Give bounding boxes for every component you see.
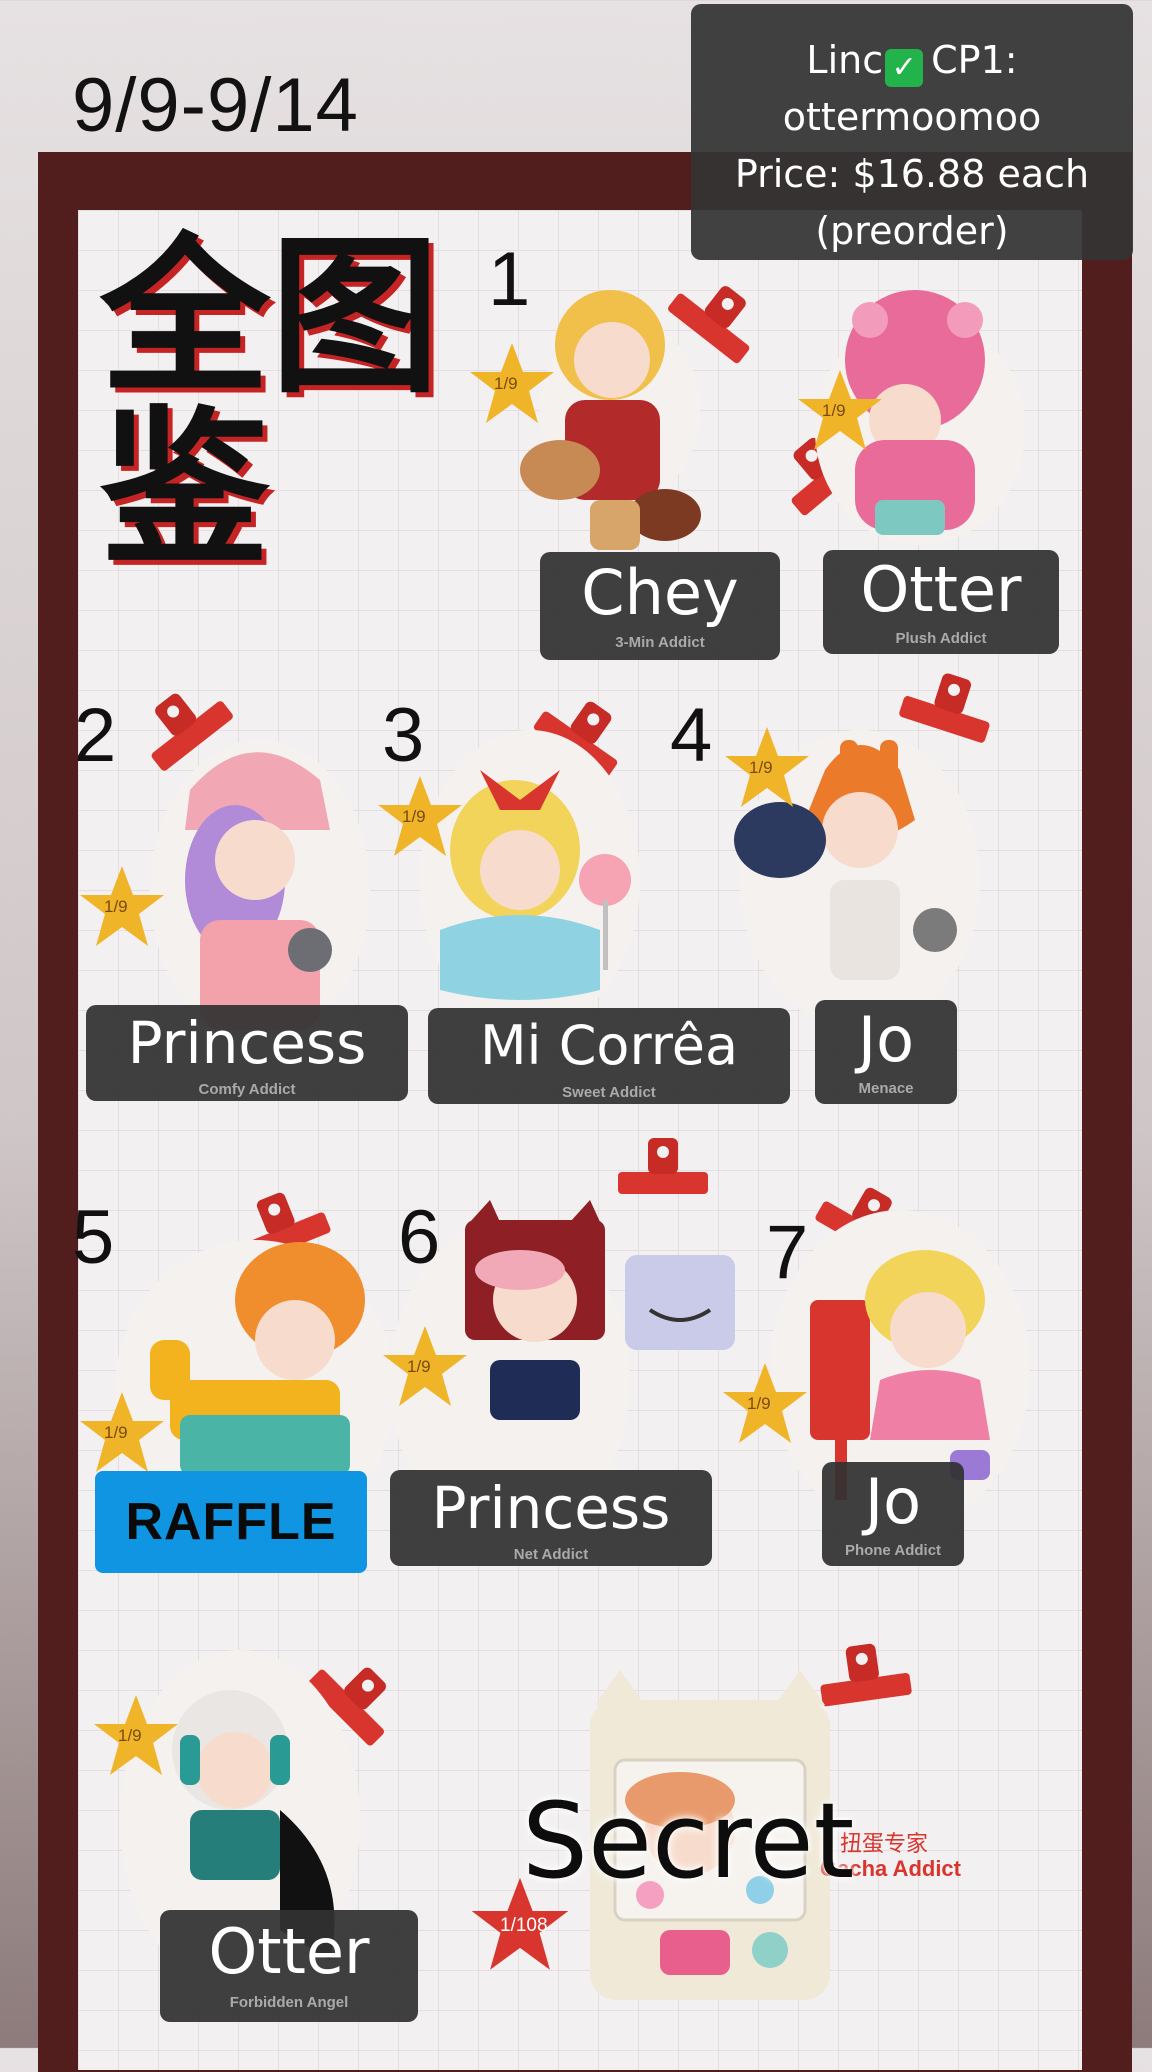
figure-4-jo — [734, 662, 1002, 1030]
figure-2-princess — [129, 672, 370, 1040]
odds-5: 1/9 — [104, 1423, 128, 1442]
label-chey-text: Chey — [581, 556, 739, 629]
label-chey: Chey 3-Min Addict — [540, 552, 780, 660]
raffle-badge: RAFFLE — [95, 1471, 367, 1573]
figure-3-mi-correa — [420, 682, 640, 1030]
item-number-1: 1 — [488, 237, 531, 322]
label-princess-6: Princess Net Addict — [390, 1470, 712, 1566]
label-jo-7: Jo Phone Addict — [822, 1462, 964, 1566]
odds-6: 1/9 — [407, 1357, 431, 1376]
item-number-3: 3 — [382, 693, 425, 778]
caption-jo-7: Phone Addict — [844, 1542, 942, 1559]
odds-2: 1/9 — [104, 897, 128, 916]
odds-3: 1/9 — [402, 807, 426, 826]
label-mi-correa: Mi Corrêa Sweet Addict — [428, 1008, 790, 1104]
label-princess-6-text: Princess — [431, 1474, 671, 1542]
label-otter: Otter Plush Addict — [823, 550, 1059, 654]
caption-princess-2: Comfy Addict — [198, 1081, 296, 1098]
label-jo-4-text: Jo — [857, 1003, 915, 1076]
figure-1-chey — [520, 265, 772, 550]
item-number-7: 7 — [766, 1210, 809, 1295]
item-number-5: 5 — [72, 1195, 115, 1280]
label-princess-2-text: Princess — [127, 1009, 367, 1077]
caption-princess-6: Net Addict — [513, 1546, 589, 1563]
odds-otter: 1/9 — [822, 401, 846, 420]
caption-jo-4: Menace — [858, 1080, 914, 1097]
label-otter-angel-text: Otter — [208, 1915, 370, 1988]
label-jo-4: Jo Menace — [815, 1000, 957, 1104]
label-otter-text: Otter — [860, 553, 1022, 626]
label-mi-correa-text: Mi Corrêa — [479, 1014, 739, 1077]
odds-4: 1/9 — [749, 758, 773, 777]
label-jo-7-text: Jo — [864, 1465, 922, 1538]
caption-otter: Plush Addict — [895, 630, 987, 647]
caption-mi-correa: Sweet Addict — [562, 1084, 656, 1101]
item-number-6: 6 — [398, 1195, 441, 1280]
caption-chey: 3-Min Addict — [615, 634, 705, 651]
odds-secret: 1/108 — [500, 1915, 548, 1936]
label-princess-2: Princess Comfy Addict — [86, 1005, 408, 1101]
secret-label: Secret — [522, 1780, 855, 1902]
label-otter-angel: Otter Forbidden Angel — [160, 1910, 418, 2022]
odds-7: 1/9 — [747, 1394, 771, 1413]
odds-1: 1/9 — [494, 374, 518, 393]
item-number-2: 2 — [74, 693, 117, 778]
caption-otter-angel: Forbidden Angel — [229, 1994, 349, 2011]
item-number-4: 4 — [670, 693, 713, 778]
odds-otter-angel: 1/9 — [118, 1726, 142, 1745]
figure-otter-plush — [768, 290, 1025, 545]
